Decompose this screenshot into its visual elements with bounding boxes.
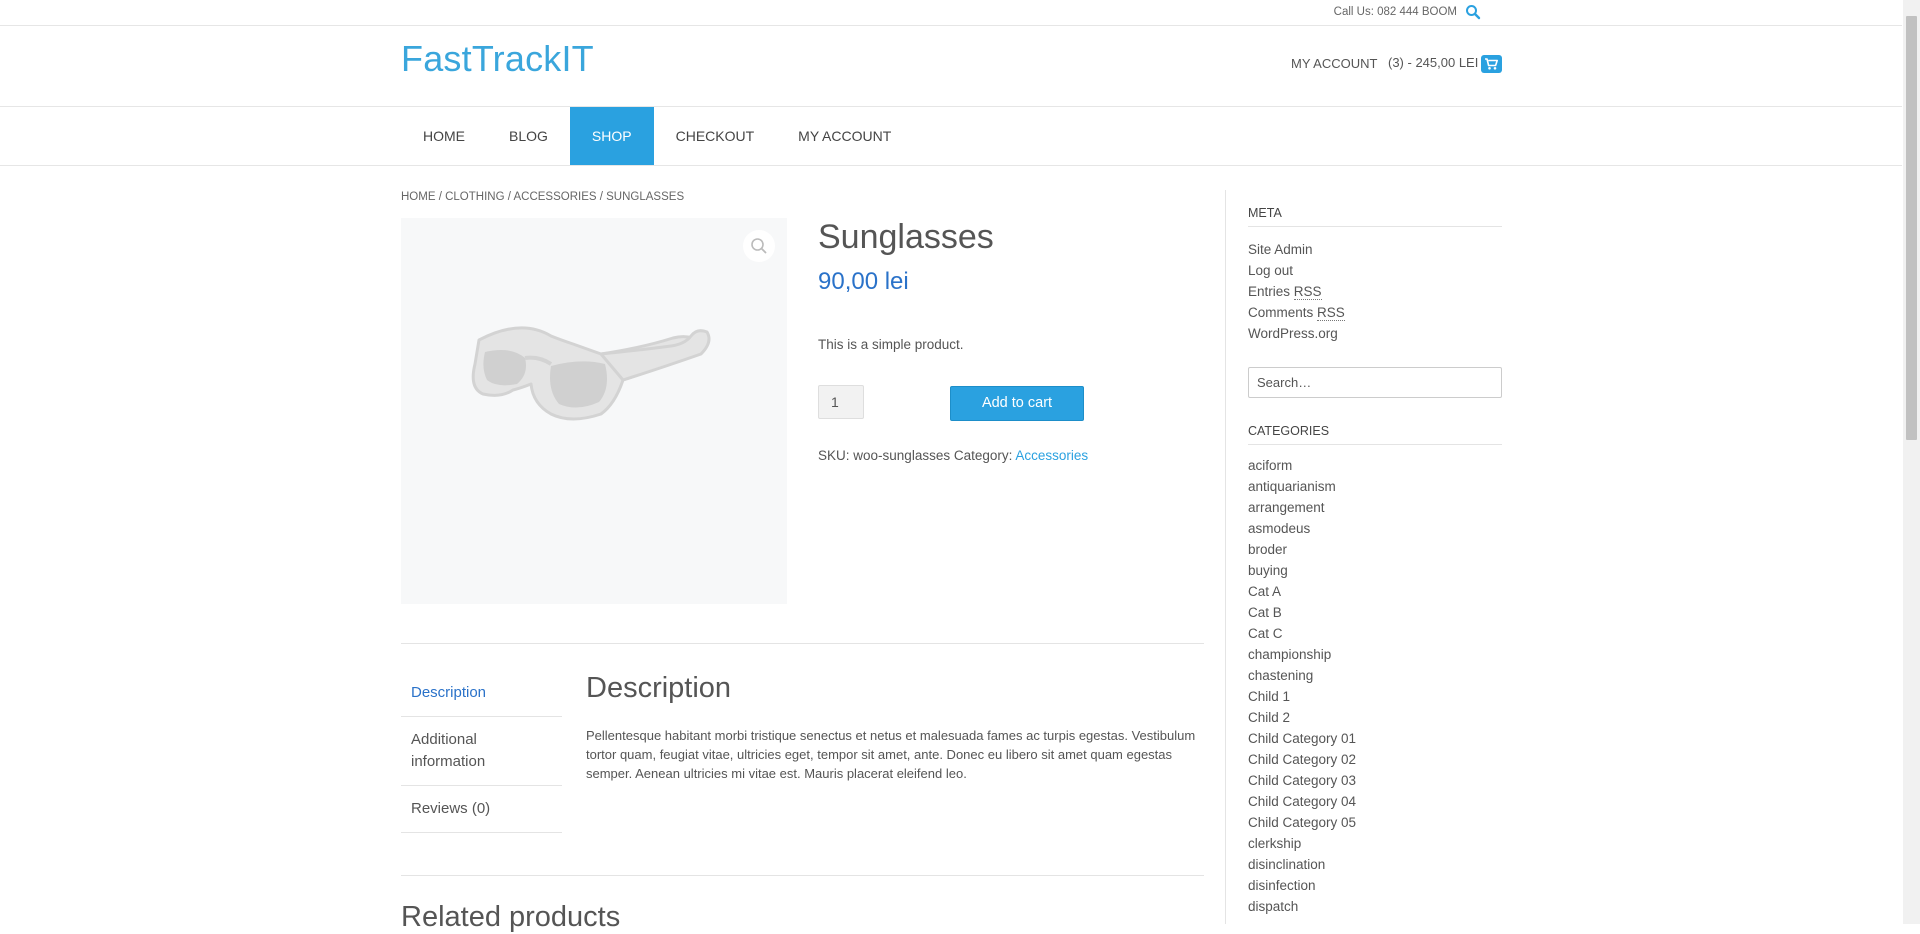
search-icon[interactable] [1465,4,1481,20]
categories-list: aciform antiquarianism arrangement asmodeus… [1248,455,1356,917]
nav-item-checkout[interactable]: CHECKOUT [654,107,777,165]
top-bar: Call Us: 082 444 BOOM [0,0,1902,26]
tab-panel-text: Pellentesque habitant morbi tristique se… [586,728,1196,781]
category-link[interactable]: Child Category 03 [1248,770,1356,791]
meta-link-label: Comments [1248,305,1318,320]
category-link[interactable]: Child Category 02 [1248,749,1356,770]
divider [401,643,1204,644]
cart-icon[interactable] [1481,55,1502,73]
sku-label: SKU: [818,448,850,463]
product-price: 90,00 lei [818,268,909,295]
breadcrumb-item[interactable]: HOME [401,191,436,203]
nav-item-my-account[interactable]: MY ACCOUNT [776,107,913,165]
breadcrumb-item[interactable]: CLOTHING [445,191,504,203]
product-short-description: This is a simple product. [818,337,964,352]
category-link[interactable]: chastening [1248,665,1356,686]
meta-widget-title: META [1248,206,1502,227]
site-logo[interactable]: FastTrackIT [401,38,594,80]
breadcrumb-item: SUNGLASSES [606,191,685,203]
category-link[interactable]: Child 1 [1248,686,1356,707]
sunglasses-image [471,326,711,421]
tab-panel-title: Description [586,672,732,704]
meta-link[interactable]: Site Admin [1248,239,1345,260]
category-link[interactable]: Child Category 01 [1248,728,1356,749]
categories-widget-title: CATEGORIES [1248,424,1502,445]
header-my-account-link[interactable]: MY ACCOUNT [1291,56,1377,71]
category-link[interactable]: clerkship [1248,833,1356,854]
tab-additional[interactable]: Additional information [401,717,562,786]
category-link[interactable]: disinfection [1248,875,1356,896]
category-link[interactable]: broder [1248,539,1356,560]
category-link[interactable]: Cat B [1248,602,1356,623]
main-nav: HOME BLOG SHOP CHECKOUT MY ACCOUNT [0,107,1902,166]
related-products-title: Related products [401,901,621,933]
category-link[interactable]: Child 2 [1248,707,1356,728]
divider [401,875,1204,876]
header-cart-link[interactable]: (3) - 245,00 LEI [1388,55,1478,70]
call-us-text: Call Us: 082 444 BOOM [1333,6,1457,18]
sidebar-search-input[interactable]: Search… [1248,367,1502,398]
product-image[interactable] [401,218,787,604]
category-link[interactable]: aciform [1248,455,1356,476]
meta-link[interactable]: WordPress.org [1248,323,1345,344]
breadcrumb: HOME / CLOTHING / ACCESSORIES / SUNGLASS… [401,191,684,203]
category-link[interactable]: Child Category 05 [1248,812,1356,833]
meta-link-label: Entries [1248,284,1294,299]
page-scrollbar[interactable] [1903,0,1920,924]
category-link[interactable]: Accessories [1015,448,1088,463]
product-title: Sunglasses [818,218,994,256]
nav-item-shop[interactable]: SHOP [569,107,654,165]
site-header: FastTrackIT MY ACCOUNT (3) - 245,00 LEI [0,26,1902,107]
nav-item-blog[interactable]: BLOG [487,107,570,165]
tab-description[interactable]: Description [401,670,562,717]
category-link[interactable]: buying [1248,560,1356,581]
category-link[interactable]: Child Category 04 [1248,791,1356,812]
category-link[interactable]: disinclination [1248,854,1356,875]
product-tabs: Description Additional information Reviews… [401,670,562,833]
rss-abbr: RSS [1293,284,1322,300]
category-link[interactable]: Cat A [1248,581,1356,602]
category-link[interactable]: championship [1248,644,1356,665]
category-label: Category: [953,448,1013,463]
category-link[interactable]: antiquarianism [1248,476,1356,497]
meta-links: Site Admin Log out Entries RSS Comments RSS… [1248,239,1345,344]
category-link[interactable]: asmodeus [1248,518,1356,539]
category-link[interactable]: Cat C [1248,623,1356,644]
tab-reviews[interactable]: Reviews (0) [401,786,562,833]
breadcrumb-item[interactable]: ACCESSORIES [513,191,596,203]
meta-link[interactable]: Comments RSS [1248,302,1345,323]
meta-link[interactable]: Entries RSS [1248,281,1345,302]
rss-abbr: RSS [1317,305,1345,321]
quantity-input[interactable]: 1 [818,385,864,419]
product-meta: SKU: woo-sunglasses Category: Accessorie… [818,448,1088,463]
nav-item-home[interactable]: HOME [401,107,487,165]
add-to-cart-button[interactable]: Add to cart [950,386,1084,421]
breadcrumb-separator: / [596,191,607,203]
sku-value: woo-sunglasses [853,448,951,463]
category-link[interactable]: dispatch [1248,896,1356,917]
meta-link[interactable]: Log out [1248,260,1345,281]
scrollbar-thumb[interactable] [1906,16,1917,440]
category-link[interactable]: arrangement [1248,497,1356,518]
sidebar-divider [1225,190,1226,924]
breadcrumb-separator: / [435,191,446,203]
